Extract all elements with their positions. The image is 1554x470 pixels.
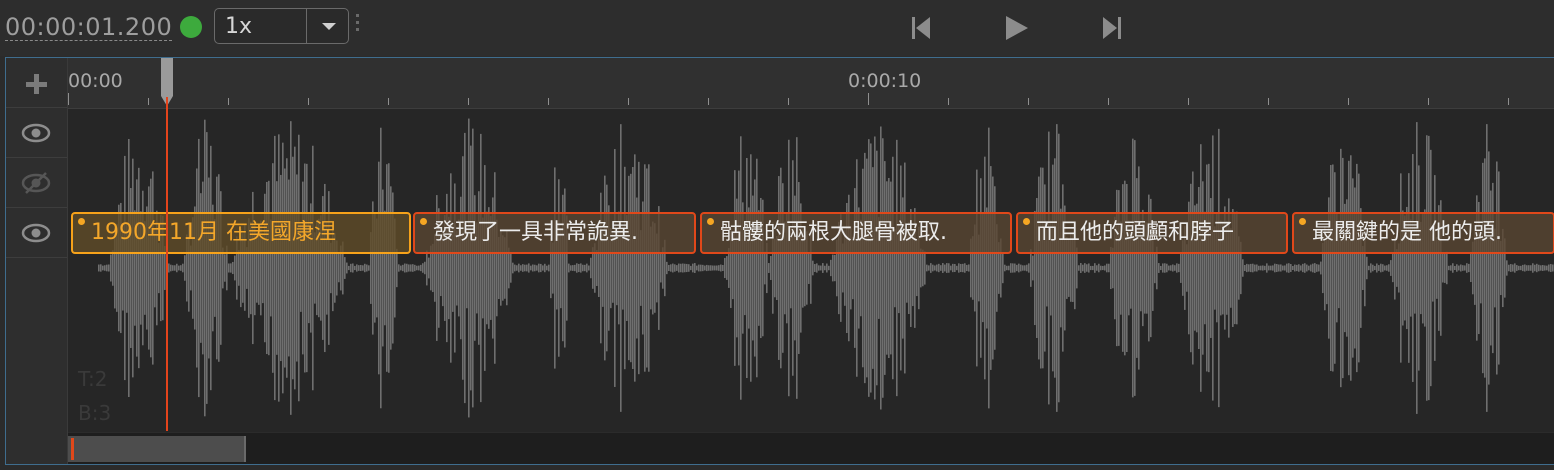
ruler-tick bbox=[1508, 98, 1509, 105]
ruler-tick bbox=[948, 98, 949, 105]
add-track-icon bbox=[26, 74, 47, 94]
ruler-tick bbox=[868, 93, 869, 105]
ruler-tick bbox=[788, 98, 789, 105]
subtitle-start-dot bbox=[707, 218, 714, 225]
drag-handle-icon[interactable] bbox=[356, 14, 360, 38]
track-info-t: T:2 bbox=[78, 367, 108, 391]
current-timecode[interactable]: 00:00:01.200 bbox=[5, 14, 173, 41]
playback-speed-select[interactable]: 1x bbox=[214, 8, 349, 44]
ruler-label-10s: 0:00:10 bbox=[848, 70, 922, 92]
subtitle-track[interactable]: 1990年11月 在美國康涅 發現了一具非常詭異. 骷髏的兩根大腿骨被取. 而且… bbox=[68, 109, 1554, 432]
subtitle-text: 骷髏的兩根大腿骨被取. bbox=[720, 220, 947, 245]
skip-back-icon[interactable] bbox=[902, 12, 938, 44]
eye-icon bbox=[21, 123, 51, 143]
ruler-tick bbox=[68, 93, 69, 105]
ruler-tick bbox=[468, 98, 469, 105]
toggle-visibility-button-2[interactable] bbox=[6, 158, 67, 208]
scrollbar-thumb[interactable] bbox=[68, 436, 246, 462]
ruler-tick bbox=[628, 98, 629, 105]
ruler-tick bbox=[548, 98, 549, 105]
timeline-panel: 00:00 0:00:10 1990年11月 在美國康涅 發現了一具非常詭異. … bbox=[5, 57, 1554, 465]
track-controls-column bbox=[6, 58, 68, 464]
skip-forward-icon[interactable] bbox=[1094, 12, 1130, 44]
waveform-bars bbox=[98, 118, 1554, 418]
ruler-tick bbox=[228, 98, 229, 105]
eye-icon bbox=[21, 223, 51, 243]
track-info-b: B:3 bbox=[78, 401, 112, 425]
ruler-tick bbox=[308, 98, 309, 105]
subtitle-text: 最關鍵的是 他的頭. bbox=[1312, 220, 1502, 245]
timeline-scrollbar[interactable] bbox=[68, 433, 1554, 464]
status-indicator bbox=[180, 16, 202, 38]
add-track-button[interactable] bbox=[6, 58, 67, 108]
ruler-tick bbox=[1428, 98, 1429, 105]
ruler-tick bbox=[388, 98, 389, 105]
playback-speed-value: 1x bbox=[225, 14, 253, 39]
play-icon[interactable] bbox=[998, 12, 1034, 44]
ruler-tick bbox=[708, 98, 709, 105]
chevron-down-icon[interactable] bbox=[311, 9, 347, 43]
ruler-tick bbox=[1348, 98, 1349, 105]
ruler-tick bbox=[1028, 98, 1029, 105]
subtitle-start-dot bbox=[1299, 218, 1306, 225]
subtitle-block[interactable]: 而且他的頭顱和脖子 bbox=[1016, 212, 1288, 254]
subtitle-text: 而且他的頭顱和脖子 bbox=[1036, 220, 1235, 245]
select-divider bbox=[306, 9, 307, 43]
ruler-label-start: 00:00 bbox=[68, 70, 123, 92]
ruler-tick bbox=[1108, 98, 1109, 105]
subtitle-start-dot bbox=[1023, 218, 1030, 225]
toggle-visibility-button-1[interactable] bbox=[6, 108, 67, 158]
ruler-tick bbox=[1188, 98, 1189, 105]
playhead-line bbox=[166, 97, 168, 431]
subtitle-start-dot bbox=[78, 218, 85, 225]
audio-waveform bbox=[98, 118, 1554, 418]
subtitle-start-dot bbox=[420, 218, 427, 225]
subtitle-block[interactable]: 最關鍵的是 他的頭. bbox=[1292, 212, 1554, 254]
playhead-marker bbox=[71, 438, 74, 460]
ruler-tick bbox=[148, 98, 149, 105]
toggle-visibility-button-3[interactable] bbox=[6, 208, 67, 258]
time-ruler[interactable]: 00:00 0:00:10 bbox=[68, 58, 1554, 109]
subtitle-text: 1990年11月 在美國康涅 bbox=[91, 220, 336, 245]
subtitle-block[interactable]: 骷髏的兩根大腿骨被取. bbox=[700, 212, 1012, 254]
player-toolbar: 00:00:01.200 1x bbox=[0, 0, 1554, 56]
subtitle-text: 發現了一具非常詭異. bbox=[433, 220, 638, 245]
ruler-tick bbox=[1268, 98, 1269, 105]
subtitle-block[interactable]: 發現了一具非常詭異. bbox=[413, 212, 696, 254]
subtitle-block[interactable]: 1990年11月 在美國康涅 bbox=[71, 212, 411, 254]
eye-off-icon bbox=[21, 172, 51, 194]
